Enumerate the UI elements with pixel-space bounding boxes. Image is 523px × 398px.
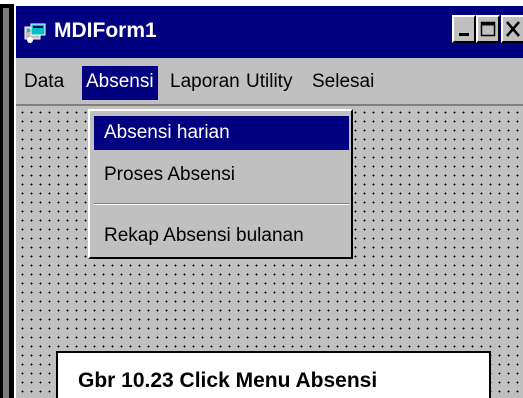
minimize-icon (459, 33, 469, 36)
menu-absensi[interactable]: Absensi (82, 66, 158, 100)
menu-bar: Data Absensi Laporan Utility Selesai (16, 58, 523, 104)
screenshot: MDIForm1 Data Absensi Laporan Utility Se… (0, 0, 523, 398)
mdi-window: MDIForm1 Data Absensi Laporan Utility Se… (14, 4, 523, 398)
figure-caption: Gbr 10.23 Click Menu Absensi (56, 351, 491, 398)
absensi-dropdown-menu: Absensi harian Proses Absensi Rekap Abse… (88, 109, 353, 259)
menu-item-rekap-absensi-bulanan[interactable]: Rekap Absensi bulanan (94, 219, 349, 253)
menu-selesai[interactable]: Selesai (308, 66, 378, 100)
window-title: MDIForm1 (54, 19, 157, 42)
menu-item-absensi-harian[interactable]: Absensi harian (94, 116, 349, 150)
menu-data[interactable]: Data (20, 66, 68, 100)
maximize-icon (480, 21, 496, 37)
menu-item-proses-absensi[interactable]: Proses Absensi (94, 158, 349, 192)
outer-frame-bevel (3, 8, 9, 398)
title-bar[interactable]: MDIForm1 (16, 6, 523, 58)
menu-laporan[interactable]: Laporan (166, 66, 244, 100)
menu-utility[interactable]: Utility (242, 66, 296, 100)
app-icon (24, 23, 46, 43)
minimize-button[interactable] (452, 15, 476, 43)
close-icon (506, 21, 520, 37)
close-button[interactable] (501, 15, 523, 43)
menu-separator (94, 203, 349, 205)
maximize-button[interactable] (476, 15, 500, 43)
